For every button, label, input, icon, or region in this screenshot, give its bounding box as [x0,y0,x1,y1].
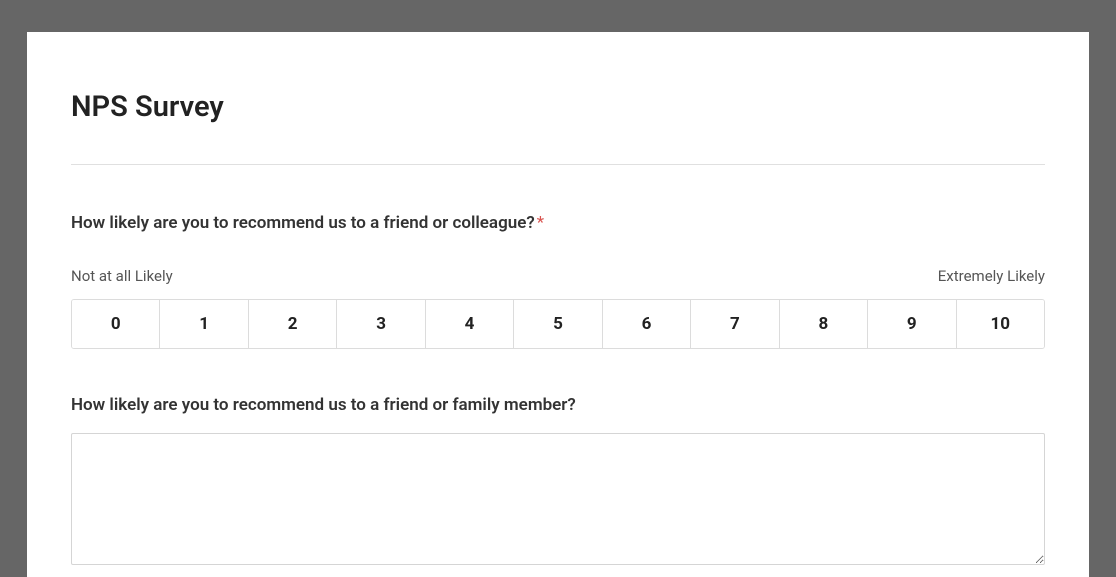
scale-option-9[interactable]: 9 [868,300,956,348]
survey-title: NPS Survey [71,90,1045,124]
scale-option-2[interactable]: 2 [249,300,337,348]
scale-anchor-labels: Not at all Likely Extremely Likely [71,267,1045,285]
scale-option-7[interactable]: 7 [691,300,779,348]
question-2-textarea[interactable] [71,433,1045,565]
scale-max-label: Extremely Likely [938,267,1045,285]
scale-option-10[interactable]: 10 [957,300,1044,348]
title-divider [71,164,1045,165]
question-1-text: How likely are you to recommend us to a … [71,213,535,233]
scale-option-3[interactable]: 3 [337,300,425,348]
scale-option-5[interactable]: 5 [514,300,602,348]
scale-option-8[interactable]: 8 [780,300,868,348]
nps-scale: 0 1 2 3 4 5 6 7 8 9 10 [71,299,1045,349]
question-1-label: How likely are you to recommend us to a … [71,213,1045,233]
question-1: How likely are you to recommend us to a … [71,213,1045,349]
scale-option-0[interactable]: 0 [72,300,160,348]
scale-option-6[interactable]: 6 [603,300,691,348]
question-2: How likely are you to recommend us to a … [71,395,1045,569]
survey-page: NPS Survey How likely are you to recomme… [27,32,1089,577]
scale-min-label: Not at all Likely [71,267,173,285]
scale-option-1[interactable]: 1 [160,300,248,348]
question-2-label: How likely are you to recommend us to a … [71,395,1045,415]
scale-option-4[interactable]: 4 [426,300,514,348]
required-asterisk: * [537,213,544,233]
